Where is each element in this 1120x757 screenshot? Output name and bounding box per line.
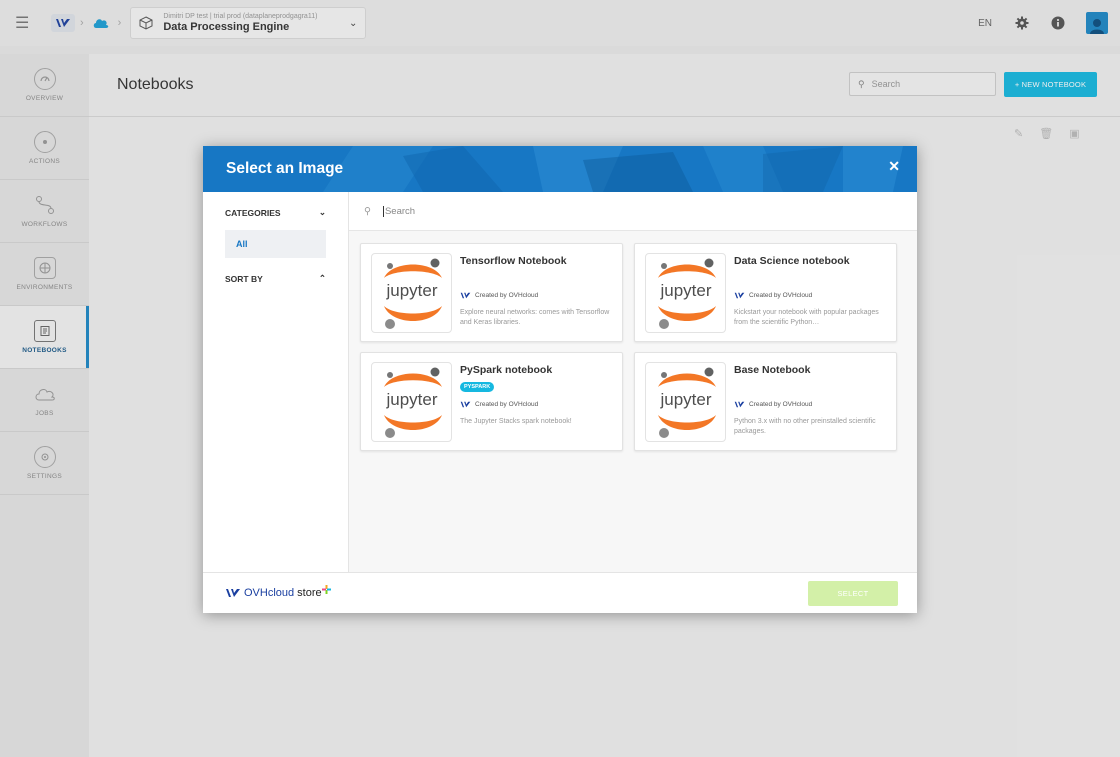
card-creator: Created by OVHcloud bbox=[460, 401, 538, 408]
ovh-logo-icon bbox=[734, 401, 745, 408]
card-creator: Created by OVHcloud bbox=[734, 401, 812, 408]
jupyter-logo-icon: jupyter bbox=[371, 253, 452, 333]
select-button[interactable]: SELECT bbox=[808, 581, 898, 606]
search-icon: ⚲ bbox=[364, 205, 371, 217]
plus-sparkle-icon bbox=[321, 584, 331, 594]
image-search-input[interactable]: ⚲ Search bbox=[349, 192, 917, 231]
card-description: Python 3.x with no other preinstalled sc… bbox=[734, 418, 876, 436]
close-icon[interactable]: ✕ bbox=[888, 158, 900, 175]
pyspark-badge: PYSPARK bbox=[460, 382, 495, 392]
card-title: PySpark notebook bbox=[460, 364, 553, 376]
store-brand-text: OVHcloud bbox=[244, 587, 295, 599]
ovh-logo-icon bbox=[226, 589, 240, 597]
card-creator: Created by OVHcloud bbox=[460, 292, 538, 299]
card-description: Explore neural networks: comes with Tens… bbox=[460, 309, 610, 327]
image-list: ⚲ Search jupyter Tensorflow Notebook Cre… bbox=[349, 192, 917, 572]
ovh-logo-icon bbox=[460, 292, 471, 299]
image-card-pyspark[interactable]: jupyter PySpark notebook PYSPARK Created… bbox=[360, 352, 623, 451]
ovh-logo-icon bbox=[734, 292, 745, 299]
card-creator-text: Created by OVHcloud bbox=[475, 401, 539, 408]
filters-panel: CATEGORIES ⌄ All SORT BY ⌃ bbox=[203, 192, 349, 572]
sort-by-label: SORT BY bbox=[225, 273, 263, 284]
card-creator-text: Created by OVHcloud bbox=[749, 401, 813, 408]
ovhcloud-store-logo: OVHcloud store bbox=[225, 584, 331, 599]
jupyter-logo-text: jupyter bbox=[659, 390, 711, 409]
image-search-placeholder: Search bbox=[384, 205, 416, 217]
chevron-up-icon: ⌃ bbox=[318, 273, 326, 283]
image-card-base[interactable]: jupyter Base Notebook Created by OVHclou… bbox=[634, 352, 897, 451]
chevron-down-icon: ⌄ bbox=[318, 207, 326, 217]
ovh-logo-icon bbox=[460, 401, 471, 408]
card-description: Kickstart your notebook with popular pac… bbox=[734, 309, 879, 327]
jupyter-logo-icon: jupyter bbox=[371, 362, 452, 442]
card-title: Tensorflow Notebook bbox=[460, 255, 567, 267]
card-title: Data Science notebook bbox=[734, 255, 850, 267]
modal-title: Select an Image bbox=[226, 160, 344, 177]
categories-toggle[interactable]: CATEGORIES ⌄ bbox=[225, 207, 326, 218]
category-all[interactable]: All bbox=[225, 230, 326, 258]
image-card-tensorflow[interactable]: jupyter Tensorflow Notebook Created by O… bbox=[360, 243, 623, 342]
modal-header: Select an Image ✕ bbox=[203, 146, 917, 192]
modal-footer: OVHcloud store SELECT bbox=[203, 572, 917, 613]
card-creator: Created by OVHcloud bbox=[734, 292, 812, 299]
select-image-modal: Select an Image ✕ CATEGORIES ⌄ All SORT … bbox=[203, 146, 917, 613]
jupyter-logo-text: jupyter bbox=[385, 390, 437, 409]
sort-by-toggle[interactable]: SORT BY ⌃ bbox=[225, 273, 326, 284]
image-card-data-science[interactable]: jupyter Data Science notebook Created by… bbox=[634, 243, 897, 342]
card-description: The Jupyter Stacks spark notebook! bbox=[460, 418, 572, 425]
store-word-text: store bbox=[297, 587, 322, 599]
card-creator-text: Created by OVHcloud bbox=[749, 292, 813, 299]
categories-label: CATEGORIES bbox=[225, 207, 281, 218]
card-title: Base Notebook bbox=[734, 364, 811, 376]
jupyter-logo-icon: jupyter bbox=[645, 362, 726, 442]
modal-body: CATEGORIES ⌄ All SORT BY ⌃ ⚲ Search jupy… bbox=[203, 192, 917, 572]
jupyter-logo-text: jupyter bbox=[385, 281, 437, 300]
jupyter-logo-text: jupyter bbox=[659, 281, 711, 300]
text-cursor bbox=[382, 205, 384, 217]
jupyter-logo-icon: jupyter bbox=[645, 253, 726, 333]
card-creator-text: Created by OVHcloud bbox=[475, 292, 539, 299]
